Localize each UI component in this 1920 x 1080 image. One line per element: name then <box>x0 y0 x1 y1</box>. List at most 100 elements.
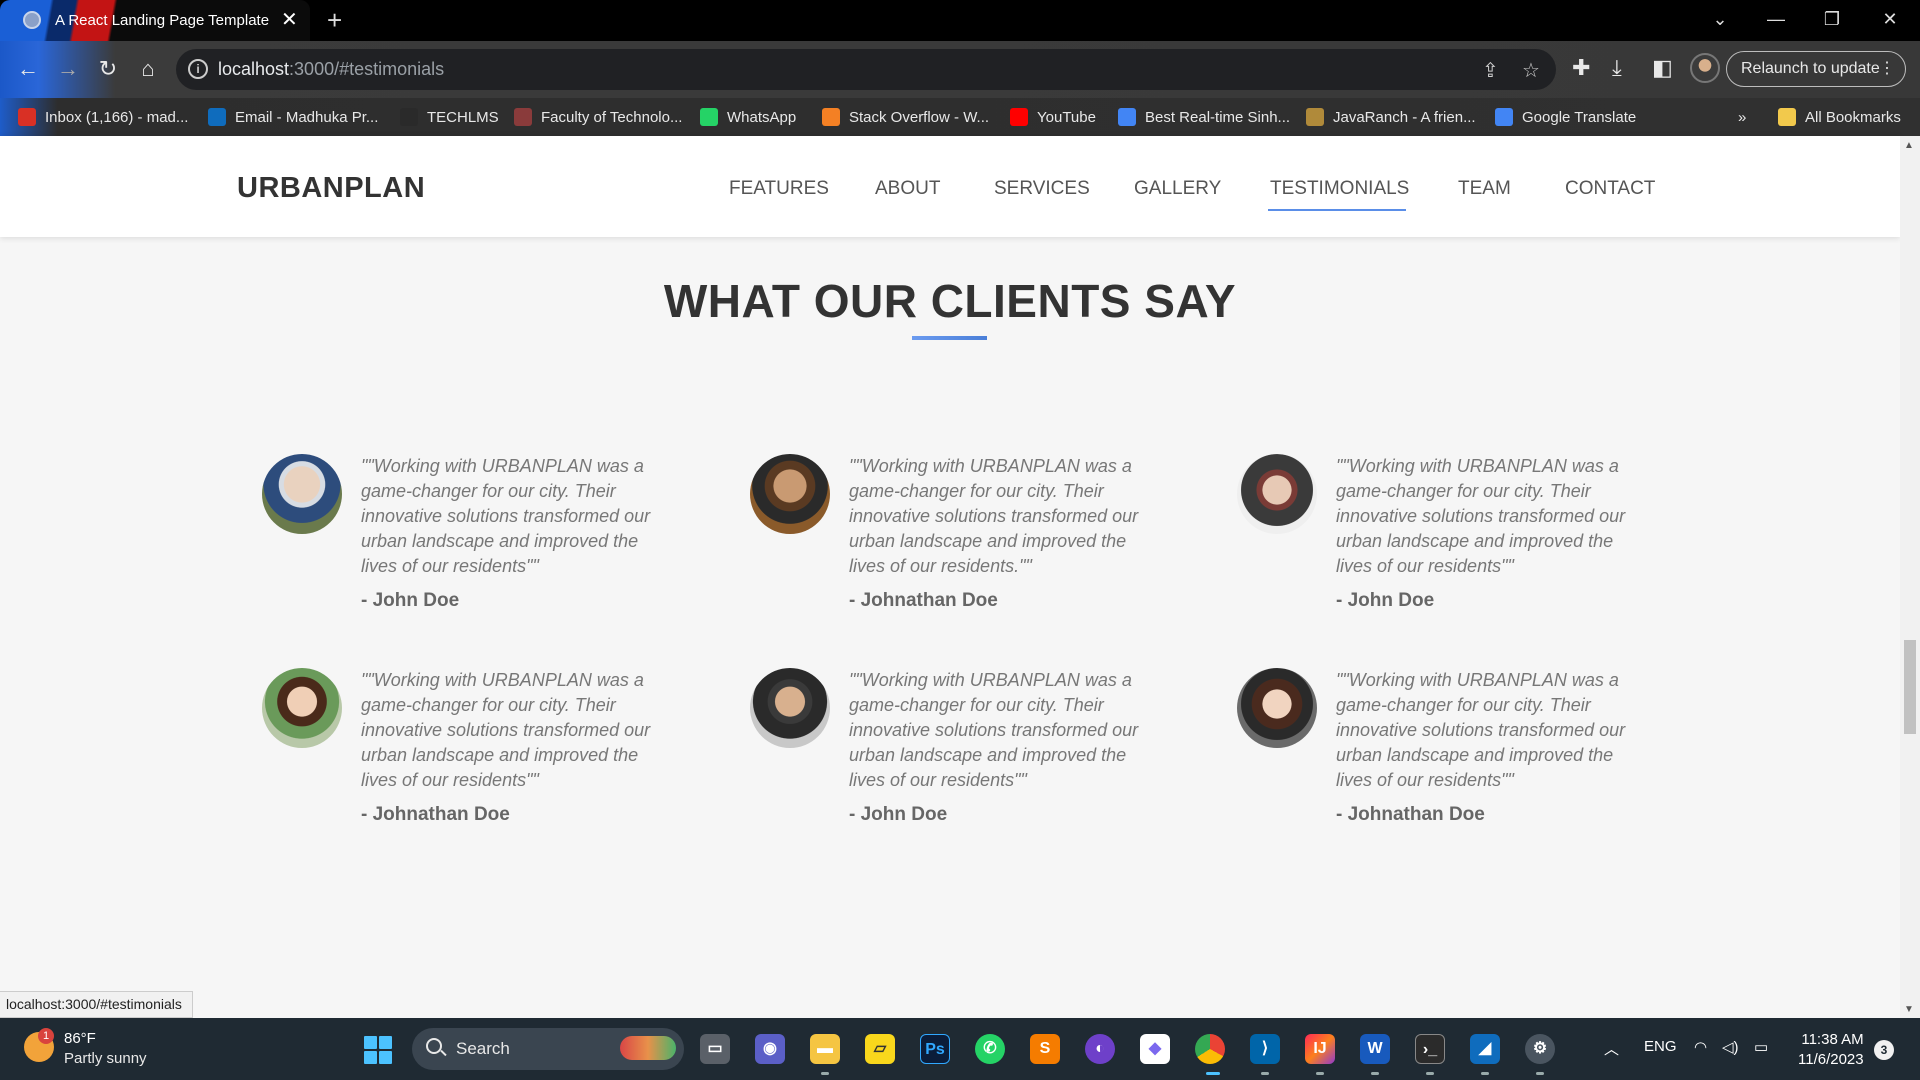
nav-services[interactable]: SERVICES <box>994 178 1090 200</box>
testimonial-card: ""Working with URBANPLAN was a game-chan… <box>1237 454 1667 634</box>
bookmark-item[interactable]: YouTube <box>1010 98 1096 136</box>
chrome-icon[interactable] <box>1195 1034 1225 1064</box>
bookmark-item[interactable]: JavaRanch - A frien... <box>1306 98 1476 136</box>
university-icon <box>514 108 532 126</box>
new-tab-icon[interactable]: + <box>327 5 342 35</box>
testimonial-quote: ""Working with URBANPLAN was a game-chan… <box>361 670 651 790</box>
bookmark-label: Stack Overflow - W... <box>849 108 990 126</box>
reload-icon[interactable]: ↻ <box>94 55 122 83</box>
close-window-icon[interactable]: ✕ <box>1862 0 1918 41</box>
minimize-icon[interactable]: — <box>1748 0 1804 41</box>
all-bookmarks-folder[interactable]: All Bookmarks <box>1778 98 1901 136</box>
page-scrollbar-track[interactable] <box>1900 136 1920 1018</box>
scroll-up-arrow-icon[interactable]: ▲ <box>1904 140 1914 151</box>
intellij-icon[interactable]: IJ <box>1305 1034 1335 1064</box>
nav-team[interactable]: TEAM <box>1458 178 1511 200</box>
nav-about[interactable]: ABOUT <box>875 178 940 200</box>
running-indicator <box>1481 1072 1489 1075</box>
running-indicator <box>1371 1072 1379 1075</box>
close-tab-icon[interactable]: ✕ <box>281 8 298 32</box>
nav-gallery[interactable]: GALLERY <box>1134 178 1221 200</box>
browser-tab-active[interactable]: A React Landing Page Template ✕ <box>0 0 310 41</box>
section-title: WHAT OUR CLIENTS SAY <box>663 275 1237 327</box>
extensions-puzzle-icon[interactable]: ✚ <box>1572 55 1590 81</box>
weather-description: Partly sunny <box>64 1050 147 1067</box>
testimonial-card: ""Working with URBANPLAN was a game-chan… <box>262 668 692 848</box>
testimonial-quote: ""Working with URBANPLAN was a game-chan… <box>849 456 1139 576</box>
wifi-icon[interactable]: ◠ <box>1694 1038 1707 1056</box>
system-clock[interactable]: 11:38 AM 11/6/2023 <box>1798 1030 1864 1070</box>
bookmark-item[interactable]: Email - Madhuka Pr... <box>208 98 378 136</box>
volume-icon[interactable]: ◁) <box>1722 1038 1739 1056</box>
github-desktop-icon[interactable]: ◐ <box>1085 1034 1115 1064</box>
start-button[interactable] <box>364 1036 392 1064</box>
windows-taskbar: 1 86°F Partly sunny Search ▭ ◉ ▬ ▱ Ps ✆ … <box>0 1018 1920 1080</box>
bookmark-label: Inbox (1,166) - mad... <box>45 108 189 126</box>
task-view-icon[interactable]: ▭ <box>700 1034 730 1064</box>
bookmark-star-icon[interactable]: ☆ <box>1522 58 1540 83</box>
client-avatar <box>262 668 342 748</box>
address-bar[interactable]: i localhost:3000/#testimonials ⇪ ☆ <box>176 49 1556 90</box>
sublime-text-icon[interactable]: S <box>1030 1034 1060 1064</box>
vscode-icon[interactable]: ⟩ <box>1250 1034 1280 1064</box>
clickup-icon[interactable]: ◆ <box>1140 1034 1170 1064</box>
more-bookmarks-chevron[interactable]: » <box>1738 98 1746 136</box>
forward-arrow-icon[interactable]: → <box>54 55 82 83</box>
restore-icon[interactable]: ❐ <box>1804 0 1860 41</box>
profile-avatar[interactable] <box>1690 53 1720 83</box>
page-scrollbar-thumb[interactable] <box>1904 640 1916 734</box>
home-icon[interactable]: ⌂ <box>134 55 162 83</box>
browser-tab-strip: A React Landing Page Template ✕ + ⌄ — ❐ … <box>0 0 1920 41</box>
bookmark-item[interactable]: Google Translate <box>1495 98 1636 136</box>
status-bar-url: localhost:3000/#testimonials <box>0 991 193 1018</box>
download-icon[interactable]: ⤓ <box>1612 55 1622 81</box>
azure-data-studio-icon[interactable]: ◢ <box>1470 1034 1500 1064</box>
youtube-icon <box>1010 108 1028 126</box>
file-explorer-icon[interactable]: ▬ <box>810 1034 840 1064</box>
search-icon <box>426 1038 442 1054</box>
whatsapp-icon[interactable]: ✆ <box>975 1034 1005 1064</box>
client-avatar <box>1237 454 1317 534</box>
settings-gear-icon[interactable]: ⚙ <box>1525 1034 1555 1064</box>
testimonial-quote: ""Working with URBANPLAN was a game-chan… <box>849 670 1139 790</box>
bookmark-label: YouTube <box>1037 108 1096 126</box>
bookmark-item[interactable]: Best Real-time Sinh... <box>1118 98 1290 136</box>
bookmark-item[interactable]: Stack Overflow - W... <box>822 98 989 136</box>
clock-time: 11:38 AM <box>1801 1031 1864 1048</box>
scroll-down-arrow-icon[interactable]: ▼ <box>1904 1004 1914 1015</box>
address-url[interactable]: localhost:3000/#testimonials <box>218 59 444 80</box>
side-panel-icon[interactable]: ◧ <box>1652 55 1673 81</box>
photoshop-icon[interactable]: Ps <box>920 1034 950 1064</box>
running-indicator <box>1261 1072 1269 1075</box>
more-menu-icon[interactable]: ⋮ <box>1879 52 1895 86</box>
active-nav-underline <box>1268 209 1406 211</box>
notification-count-badge[interactable]: 3 <box>1874 1040 1894 1060</box>
bookmark-item[interactable]: TECHLMS <box>400 98 499 136</box>
word-icon[interactable]: W <box>1360 1034 1390 1064</box>
react-favicon-icon <box>23 11 41 29</box>
active-indicator <box>1206 1072 1220 1075</box>
gmail-icon <box>18 108 36 126</box>
language-indicator[interactable]: ENG <box>1644 1038 1677 1055</box>
site-info-icon[interactable]: i <box>188 59 208 79</box>
site-brand-logo[interactable]: URBANPLAN <box>237 172 425 205</box>
outlook-icon <box>208 108 226 126</box>
client-avatar <box>750 454 830 534</box>
bookmark-item[interactable]: WhatsApp <box>700 98 796 136</box>
share-icon[interactable]: ⇪ <box>1482 58 1499 83</box>
nav-testimonials[interactable]: TESTIMONIALS <box>1270 178 1409 200</box>
nav-features[interactable]: FEATURES <box>729 178 829 200</box>
battery-icon[interactable]: ▭ <box>1754 1038 1768 1056</box>
nav-contact[interactable]: CONTACT <box>1565 178 1655 200</box>
bookmark-item[interactable]: Faculty of Technolo... <box>514 98 682 136</box>
terminal-icon[interactable]: ›_ <box>1415 1034 1445 1064</box>
bookmarks-bar: » All Bookmarks Inbox (1,166) - mad... Em… <box>0 98 1920 136</box>
back-arrow-icon[interactable]: ← <box>14 55 42 83</box>
tab-search-chevron-icon[interactable]: ⌄ <box>1692 0 1748 41</box>
testimonial-author: - Johnathan Doe <box>361 804 510 825</box>
relaunch-button[interactable]: Relaunch to update ⋮ <box>1726 51 1906 87</box>
teams-icon[interactable]: ◉ <box>755 1034 785 1064</box>
sticky-notes-icon[interactable]: ▱ <box>865 1034 895 1064</box>
show-hidden-icons-chevron-icon[interactable]: ︿ <box>1604 1038 1619 1059</box>
bookmark-item[interactable]: Inbox (1,166) - mad... <box>18 98 188 136</box>
